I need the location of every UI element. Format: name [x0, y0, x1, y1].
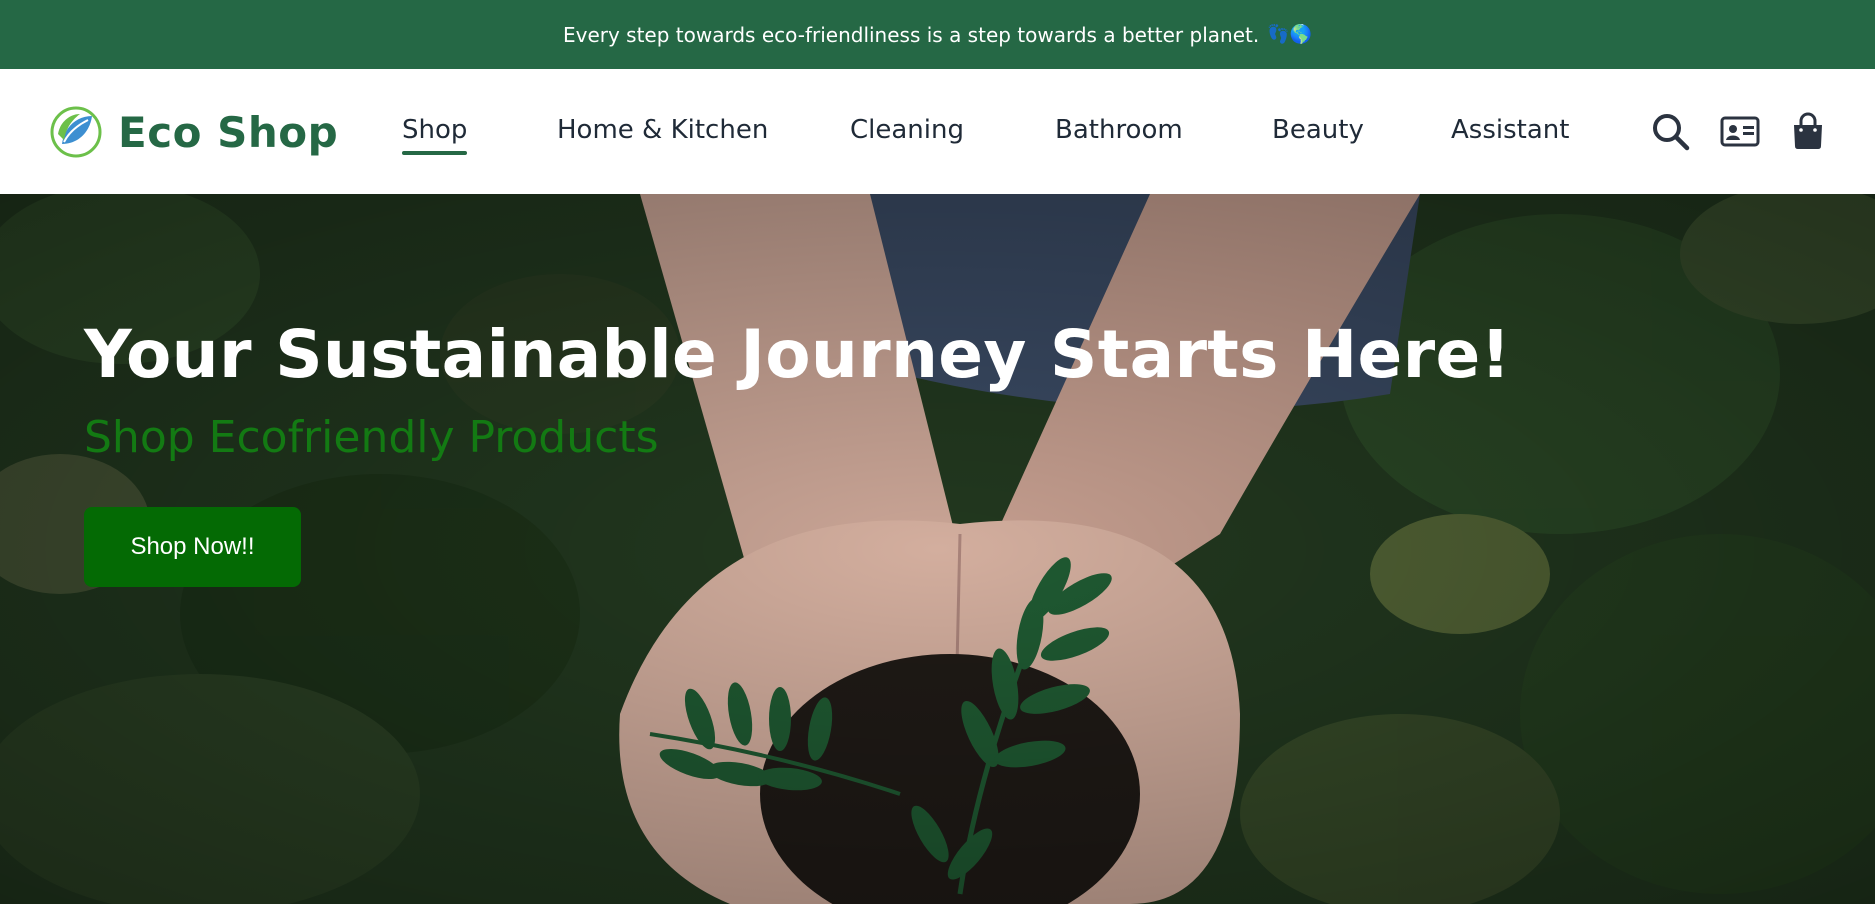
search-icon[interactable] — [1650, 111, 1690, 151]
nav-item-home-kitchen[interactable]: Home & Kitchen — [557, 115, 768, 145]
hero-subtitle: Shop Ecofriendly Products — [84, 412, 659, 463]
nav-item-cleaning[interactable]: Cleaning — [850, 115, 964, 145]
leaf-globe-logo-icon — [50, 106, 102, 158]
hero-banner: Your Sustainable Journey Starts Here! Sh… — [0, 194, 1875, 904]
shopping-bag-icon[interactable] — [1788, 111, 1828, 151]
main-navbar: Eco Shop Shop Home & Kitchen Cleaning Ba… — [0, 69, 1875, 194]
nav-item-assistant[interactable]: Assistant — [1451, 115, 1569, 145]
brand-name: Eco Shop — [118, 107, 339, 157]
announcement-bar: Every step towards eco-friendliness is a… — [0, 0, 1875, 69]
announcement-text: Every step towards eco-friendliness is a… — [562, 22, 1260, 47]
brand-logo[interactable]: Eco Shop — [48, 104, 338, 160]
hero-title: Your Sustainable Journey Starts Here! — [84, 316, 1511, 393]
shop-now-button[interactable]: Shop Now!! — [84, 507, 301, 587]
contact-card-icon[interactable] — [1720, 111, 1760, 151]
nav-item-beauty[interactable]: Beauty — [1272, 115, 1364, 145]
nav-item-shop[interactable]: Shop — [402, 115, 468, 155]
announcement-emoji: 👣🌎 — [1267, 24, 1313, 45]
nav-item-bathroom[interactable]: Bathroom — [1055, 115, 1183, 145]
